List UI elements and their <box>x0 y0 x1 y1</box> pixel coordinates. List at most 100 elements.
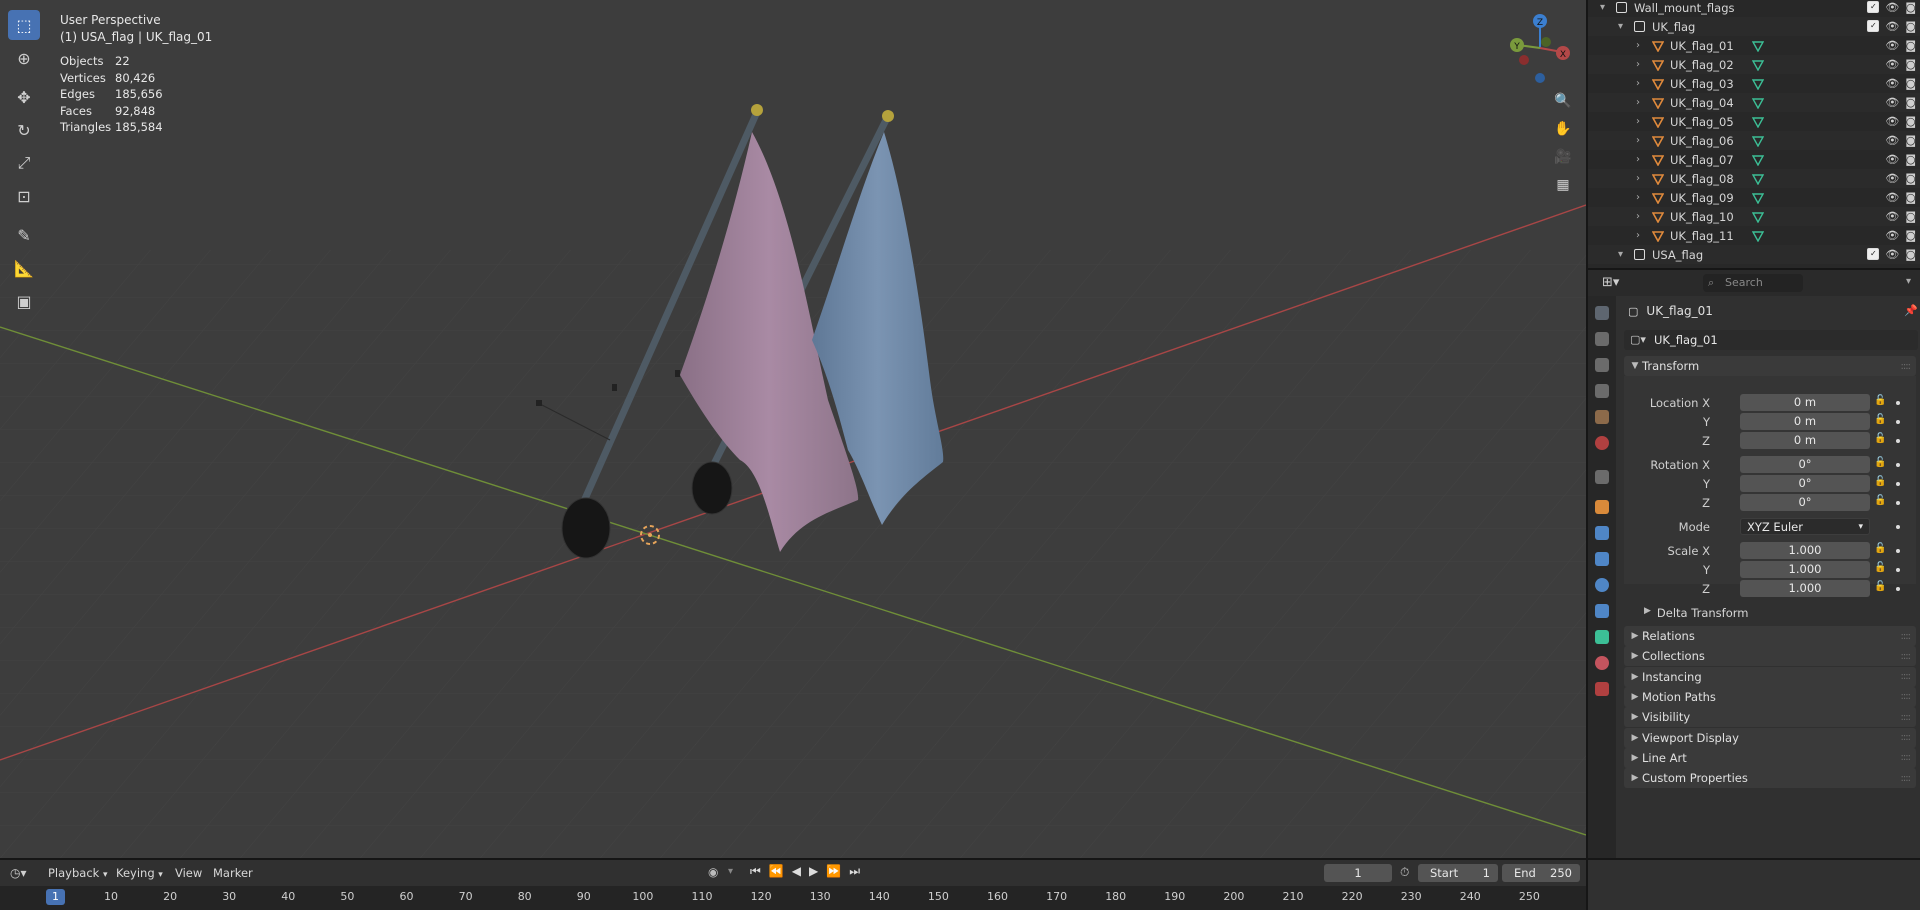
chevron-right-icon[interactable]: › <box>1636 230 1640 241</box>
eye-icon[interactable]: 👁 <box>1885 96 1899 109</box>
camera-icon[interactable]: ◙ <box>1905 58 1916 71</box>
panel-visibility[interactable]: ▶ Visibility:::: <box>1624 707 1916 728</box>
outliner-item-label[interactable]: UK_flag_02 <box>1670 58 1734 72</box>
outliner-collection-row[interactable]: ▾ UK_flag ✓ 👁 ◙ <box>1588 17 1920 36</box>
camera-icon[interactable]: ◙ <box>1905 115 1916 128</box>
light-object[interactable] <box>675 370 680 377</box>
end-frame-field[interactable]: End 250 <box>1502 864 1580 882</box>
navigation-gizmo[interactable]: Z X Y <box>1500 8 1580 88</box>
eye-icon[interactable]: 👁 <box>1885 1 1899 14</box>
editor-type-icon[interactable]: ⊞▾ <box>1602 275 1619 290</box>
mesh-data-icon[interactable] <box>1751 154 1765 166</box>
drag-handle-icon[interactable]: :::: <box>1901 773 1912 784</box>
camera-icon[interactable]: ◙ <box>1905 172 1916 185</box>
jump-start-icon[interactable]: ⏮ <box>750 864 761 879</box>
mesh-data-icon[interactable] <box>1751 192 1765 204</box>
outliner-object-row[interactable]: › UK_flag_02 👁 ◙ <box>1588 55 1920 74</box>
scale-z-field[interactable]: 1.000 <box>1740 580 1870 597</box>
lock-icon[interactable]: 🔓 <box>1874 476 1886 487</box>
add-cube-tool-icon[interactable]: ▣ <box>8 286 40 316</box>
rotate-tool-icon[interactable]: ↻ <box>8 115 40 145</box>
playback-menu[interactable]: Playback ▾ <box>48 866 108 880</box>
render-tab-icon[interactable] <box>1595 332 1609 346</box>
keyframe-dot-icon[interactable] <box>1896 549 1900 553</box>
keyframe-dot-icon[interactable] <box>1896 482 1900 486</box>
chevron-down-icon[interactable]: ▾ <box>1906 276 1911 287</box>
marker-menu[interactable]: Marker <box>213 866 253 880</box>
mesh-data-icon[interactable] <box>1751 40 1765 52</box>
playhead[interactable]: 1 <box>46 889 65 905</box>
play-reverse-icon[interactable]: ◀ <box>792 864 801 879</box>
outliner-object-row[interactable]: › UK_flag_07 👁 ◙ <box>1588 150 1920 169</box>
outliner-item-label[interactable]: UK_flag_06 <box>1670 134 1734 148</box>
eye-icon[interactable]: 👁 <box>1885 191 1899 204</box>
3d-viewport[interactable]: ⬚ ⊕ ✥ ↻ ⤢ ⊡ ✎ 📐 ▣ User Perspective (1) U… <box>0 0 1586 858</box>
outliner-object-row[interactable]: › UK_flag_10 👁 ◙ <box>1588 207 1920 226</box>
panel-viewport-display[interactable]: ▶ Viewport Display:::: <box>1624 727 1916 748</box>
particles-tab-icon[interactable] <box>1595 552 1609 566</box>
outliner-item-label[interactable]: UK_flag_05 <box>1670 115 1734 129</box>
pan-hand-icon[interactable]: ✋ <box>1550 116 1576 142</box>
panel-motion-paths[interactable]: ▶ Motion Paths:::: <box>1624 686 1916 707</box>
scale-y-field[interactable]: 1.000 <box>1740 561 1870 578</box>
lock-icon[interactable]: 🔓 <box>1874 581 1886 592</box>
outliner[interactable]: ▾ Wall_mount_flags ✓ 👁 ◙ ▾ UK_flag ✓ 👁 ◙ › UK_flag_… <box>1586 0 1920 268</box>
light-object[interactable] <box>536 400 542 406</box>
rotation-y-field[interactable]: 0° <box>1740 475 1870 492</box>
measure-tool-icon[interactable]: 📐 <box>8 253 40 283</box>
mesh-data-icon[interactable] <box>1751 230 1765 242</box>
timeline-editor-icon[interactable]: ◷▾ <box>10 866 27 880</box>
exclude-checkbox[interactable]: ✓ <box>1867 20 1880 32</box>
exclude-checkbox[interactable]: ✓ <box>1867 248 1880 260</box>
pin-icon[interactable]: 📌 <box>1904 304 1918 317</box>
camera-icon[interactable]: ◙ <box>1905 191 1916 204</box>
modifier-tab-icon[interactable] <box>1595 526 1609 540</box>
panel-instancing[interactable]: ▶ Instancing:::: <box>1624 666 1916 687</box>
keyframe-dot-icon[interactable] <box>1896 587 1900 591</box>
camera-icon[interactable]: ◙ <box>1905 39 1916 52</box>
material-tab-icon[interactable] <box>1595 656 1609 670</box>
eye-icon[interactable]: 👁 <box>1885 58 1899 71</box>
keying-menu[interactable]: Keying ▾ <box>116 866 163 880</box>
zoom-icon[interactable]: 🔍 <box>1550 88 1576 114</box>
camera-icon[interactable]: ◙ <box>1905 96 1916 109</box>
location-x-field[interactable]: 0 m <box>1740 394 1870 411</box>
drag-handle-icon[interactable]: :::: <box>1901 651 1912 662</box>
view-menu[interactable]: View <box>175 866 202 880</box>
location-y-field[interactable]: 0 m <box>1740 413 1870 430</box>
chevron-right-icon[interactable]: › <box>1636 59 1640 70</box>
keyframe-dot-icon[interactable] <box>1896 568 1900 572</box>
drag-handle-icon[interactable]: :::: <box>1901 752 1912 763</box>
location-z-field[interactable]: 0 m <box>1740 432 1870 449</box>
rotation-mode-select[interactable]: XYZ Euler ▾ <box>1740 518 1870 535</box>
panel-custom-properties[interactable]: ▶ Custom Properties:::: <box>1624 768 1916 789</box>
mesh-data-icon[interactable] <box>1751 116 1765 128</box>
cursor-tool-icon[interactable]: ⊕ <box>8 43 40 73</box>
panel-relations[interactable]: ▶ Relations:::: <box>1624 626 1916 646</box>
outliner-item-label[interactable]: USA_flag <box>1652 248 1703 262</box>
transform-tool-icon[interactable]: ⊡ <box>8 181 40 211</box>
keyframe-dot-icon[interactable] <box>1896 501 1900 505</box>
lock-icon[interactable]: 🔓 <box>1874 543 1886 554</box>
outliner-item-label[interactable]: Wall_mount_flags <box>1634 1 1734 15</box>
rotation-z-field[interactable]: 0° <box>1740 494 1870 511</box>
mesh-data-icon[interactable] <box>1751 97 1765 109</box>
eye-icon[interactable]: 👁 <box>1885 153 1899 166</box>
camera-icon[interactable]: ◙ <box>1905 20 1916 33</box>
transform-panel-header[interactable]: ▼ Transform :::: <box>1624 356 1916 376</box>
texture-tab-icon[interactable] <box>1595 682 1609 696</box>
annotate-tool-icon[interactable]: ✎ <box>8 220 40 250</box>
eye-icon[interactable]: 👁 <box>1885 210 1899 223</box>
drag-handle-icon[interactable]: :::: <box>1901 631 1912 642</box>
outliner-collection-row[interactable]: ▾ Wall_mount_flags ✓ 👁 ◙ <box>1588 0 1920 17</box>
eye-icon[interactable]: 👁 <box>1885 172 1899 185</box>
start-frame-field[interactable]: Start 1 <box>1418 864 1498 882</box>
camera-icon[interactable]: ◙ <box>1905 77 1916 90</box>
chevron-down-icon[interactable]: ▾ <box>1618 249 1623 260</box>
eye-icon[interactable]: 👁 <box>1885 20 1899 33</box>
rotation-x-field[interactable]: 0° <box>1740 456 1870 473</box>
drag-handle-icon[interactable]: :::: <box>1901 361 1912 372</box>
chevron-right-icon[interactable]: › <box>1636 97 1640 108</box>
collection-tab-icon[interactable] <box>1595 470 1609 484</box>
outliner-object-row[interactable]: › UK_flag_05 👁 ◙ <box>1588 112 1920 131</box>
